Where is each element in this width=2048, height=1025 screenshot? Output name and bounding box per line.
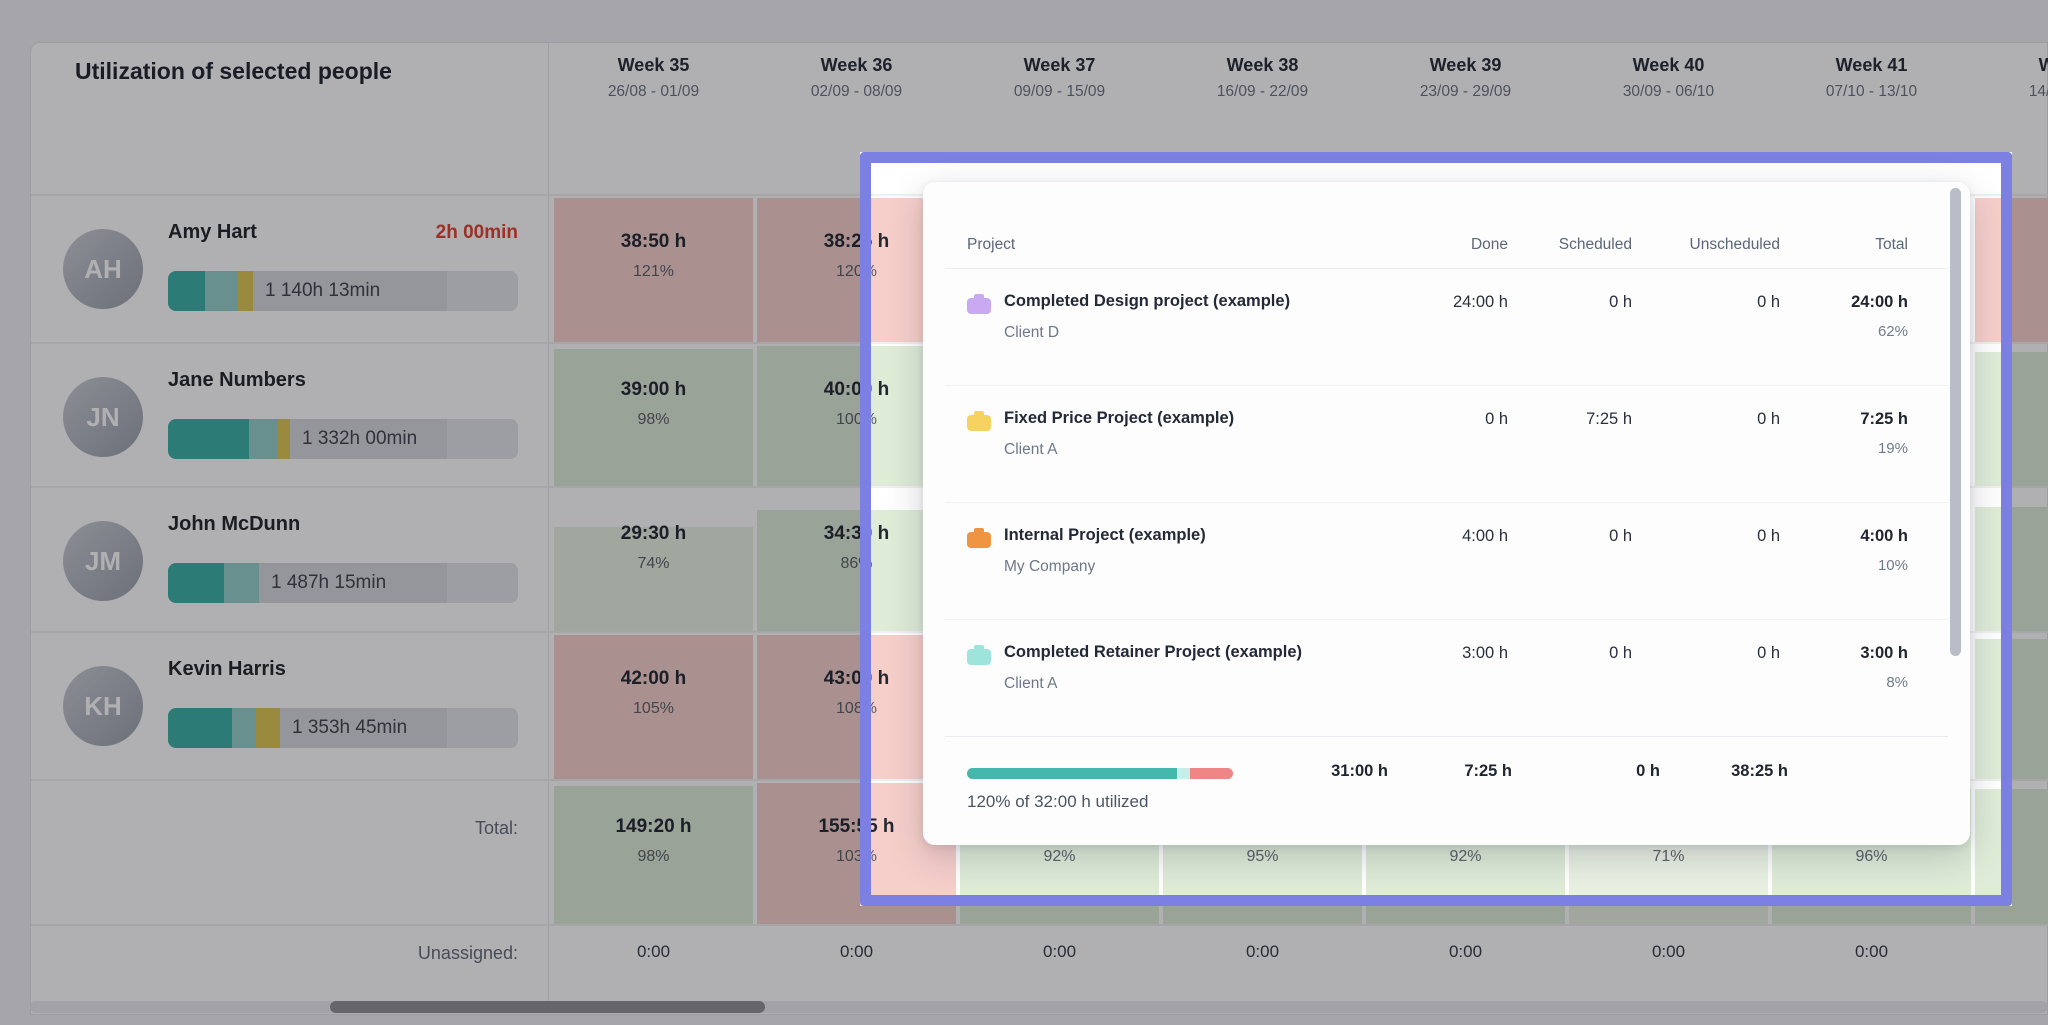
project-name: Completed Retainer Project (example) xyxy=(1004,643,1302,661)
utilization-mini-bar xyxy=(967,768,1233,779)
project-done-hours: 0 h xyxy=(1485,410,1508,428)
project-total-percentage: 19% xyxy=(1877,440,1908,457)
project-unscheduled-hours: 0 h xyxy=(1757,644,1780,662)
popup-footer-divider xyxy=(945,736,1948,737)
project-name: Internal Project (example) xyxy=(1004,526,1206,544)
project-row[interactable]: Completed Retainer Project (example) Clie… xyxy=(923,619,1970,736)
project-total-hours: 3:00 h xyxy=(1860,644,1908,662)
popup-footer-scheduled: 7:25 h xyxy=(1464,762,1512,780)
briefcase-icon xyxy=(967,528,991,548)
briefcase-icon xyxy=(967,645,991,665)
popup-footer-unscheduled: 0 h xyxy=(1636,762,1660,780)
popup-col-total: Total xyxy=(1875,236,1908,253)
project-total-percentage: 10% xyxy=(1877,557,1908,574)
project-total-hours: 24:00 h xyxy=(1851,293,1908,311)
popup-footer-total: 38:25 h xyxy=(1731,762,1788,780)
popup-scrollbar-thumb[interactable] xyxy=(1950,188,1961,656)
project-name: Fixed Price Project (example) xyxy=(1004,409,1235,427)
project-total-percentage: 62% xyxy=(1877,323,1908,340)
project-done-hours: 24:00 h xyxy=(1452,293,1508,311)
project-client: My Company xyxy=(1004,558,1096,575)
popup-utilization-caption: 120% of 32:00 h utilized xyxy=(967,792,1149,811)
popup-col-scheduled: Scheduled xyxy=(1558,236,1632,253)
popup-footer-done: 31:00 h xyxy=(1331,762,1388,780)
project-done-hours: 4:00 h xyxy=(1462,527,1508,545)
project-total-hours: 4:00 h xyxy=(1860,527,1908,545)
project-unscheduled-hours: 0 h xyxy=(1757,527,1780,545)
briefcase-icon xyxy=(967,294,991,314)
utilization-page: Utilization of selected people Week 35 26… xyxy=(0,0,2048,1025)
project-row[interactable]: Completed Design project (example) Client… xyxy=(923,268,1970,385)
dim-overlay-bottom xyxy=(0,906,2048,1025)
project-total-hours: 7:25 h xyxy=(1860,410,1908,428)
mini-bar-segment xyxy=(1190,768,1233,779)
project-scheduled-hours: 7:25 h xyxy=(1586,410,1632,428)
popup-col-project: Project xyxy=(967,236,1016,253)
dim-overlay-top xyxy=(0,0,2048,152)
project-scheduled-hours: 0 h xyxy=(1609,293,1632,311)
project-done-hours: 3:00 h xyxy=(1462,644,1508,662)
project-total-percentage: 8% xyxy=(1886,674,1908,691)
popup-col-done: Done xyxy=(1470,236,1508,253)
project-row[interactable]: Fixed Price Project (example) Client A 0 h… xyxy=(923,385,1970,502)
project-scheduled-hours: 0 h xyxy=(1609,527,1632,545)
dim-overlay-left xyxy=(0,152,860,906)
project-client: Client D xyxy=(1004,324,1060,341)
mini-bar-segment xyxy=(967,768,1177,779)
mini-bar-segment xyxy=(1177,768,1190,779)
project-unscheduled-hours: 0 h xyxy=(1757,410,1780,428)
project-client: Client A xyxy=(1004,675,1058,692)
project-client: Client A xyxy=(1004,441,1058,458)
briefcase-icon xyxy=(967,411,991,431)
dim-overlay-right xyxy=(2012,152,2048,906)
project-unscheduled-hours: 0 h xyxy=(1757,293,1780,311)
project-scheduled-hours: 0 h xyxy=(1609,644,1632,662)
project-row[interactable]: Internal Project (example) My Company 4:00… xyxy=(923,502,1970,619)
project-name: Completed Design project (example) xyxy=(1004,292,1291,310)
popup-col-unscheduled: Unscheduled xyxy=(1689,236,1780,253)
utilization-breakdown-popup: Project Done Scheduled Unscheduled Total… xyxy=(923,182,1970,845)
